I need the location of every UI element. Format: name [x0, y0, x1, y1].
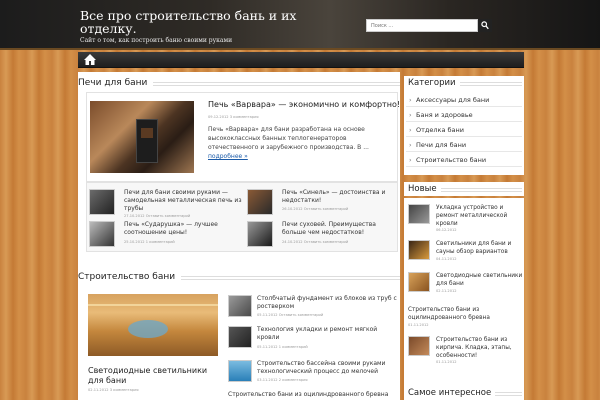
- bath-featured-title[interactable]: Светодиодные светильники для бани: [88, 366, 220, 386]
- category-link[interactable]: Аксессуары для бани: [406, 94, 522, 107]
- bath-post-link[interactable]: Строительство бани из оцилиндрованного б…: [228, 391, 388, 398]
- home-icon[interactable]: [84, 54, 96, 65]
- list-item[interactable]: Столбчатый фундамент из блоков из труб с…: [228, 295, 398, 325]
- category-link[interactable]: Строительство бани: [406, 154, 522, 167]
- post-thumbnail[interactable]: [228, 360, 252, 382]
- post-thumbnail[interactable]: [228, 326, 252, 348]
- site-description: Сайт о том, как построить баню своими ру…: [80, 37, 233, 44]
- site-header: Все про строительство бань и их отделку.…: [0, 0, 600, 50]
- post-meta: 09.12.2012 3 комментария: [208, 115, 259, 119]
- category-link[interactable]: Отделка бани: [406, 124, 522, 137]
- list-item[interactable]: Технология укладки и ремонт мягкой кровл…: [228, 326, 398, 356]
- main-nav: [78, 52, 524, 68]
- bath-featured-image[interactable]: [88, 294, 218, 356]
- featured-stove-title[interactable]: Печь «Варвара» — экономично и комфортно!: [208, 100, 400, 109]
- featured-stove-image[interactable]: [90, 101, 194, 173]
- post-thumbnail[interactable]: [408, 336, 430, 356]
- featured-stove-post: Печь «Варвара» — экономично и комфортно!…: [86, 92, 400, 182]
- stove-posts-grid: Печи для бани своими руками — самодельна…: [86, 182, 398, 252]
- category-link[interactable]: Баня и здоровье: [406, 109, 522, 122]
- categories-list: Аксессуары для бани Баня и здоровье Отде…: [404, 90, 524, 175]
- post-thumbnail[interactable]: [408, 204, 430, 224]
- list-item[interactable]: Печи суховей. Преимущества больше чем не…: [247, 221, 397, 251]
- post-thumbnail[interactable]: [247, 189, 273, 215]
- section-title-stoves: Печи для бани: [78, 76, 400, 90]
- post-thumbnail[interactable]: [228, 295, 252, 317]
- widget-title-popular: Самое интересное: [404, 386, 524, 400]
- site-title[interactable]: Все про строительство бань и их отделку.: [80, 9, 310, 35]
- read-more-link[interactable]: подробнее »: [208, 153, 248, 160]
- list-item[interactable]: Печи для бани своими руками — самодельна…: [89, 189, 242, 219]
- post-thumbnail[interactable]: [408, 240, 430, 260]
- new-posts-list: Укладка устройство и ремонт металлическо…: [404, 198, 524, 388]
- widget-title-categories: Категории: [404, 76, 524, 90]
- featured-stove-excerpt: Печь «Варвара» для бани разработана на о…: [208, 126, 369, 160]
- list-item[interactable]: Печь «Синель» — достоинства и недостатки…: [247, 189, 397, 219]
- search-button[interactable]: [478, 19, 492, 32]
- post-thumbnail[interactable]: [247, 221, 273, 247]
- list-item[interactable]: Печь «Сударушка» — лучшее соотношение це…: [89, 221, 239, 251]
- section-title-bath: Строительство бани: [78, 270, 400, 284]
- list-item[interactable]: Строительство бассейна своими руками тех…: [228, 360, 398, 390]
- search-icon: [481, 21, 489, 30]
- search-input[interactable]: [366, 19, 478, 32]
- widget-title-new: Новые: [404, 182, 524, 196]
- sidebar: Категории Аксессуары для бани Баня и здо…: [404, 72, 524, 400]
- post-meta: 02.11.2012 3 комментария: [88, 388, 139, 392]
- post-thumbnail[interactable]: [89, 189, 115, 215]
- post-thumbnail[interactable]: [408, 272, 430, 292]
- post-thumbnail[interactable]: [89, 221, 115, 247]
- category-link[interactable]: Печи для бани: [406, 139, 522, 152]
